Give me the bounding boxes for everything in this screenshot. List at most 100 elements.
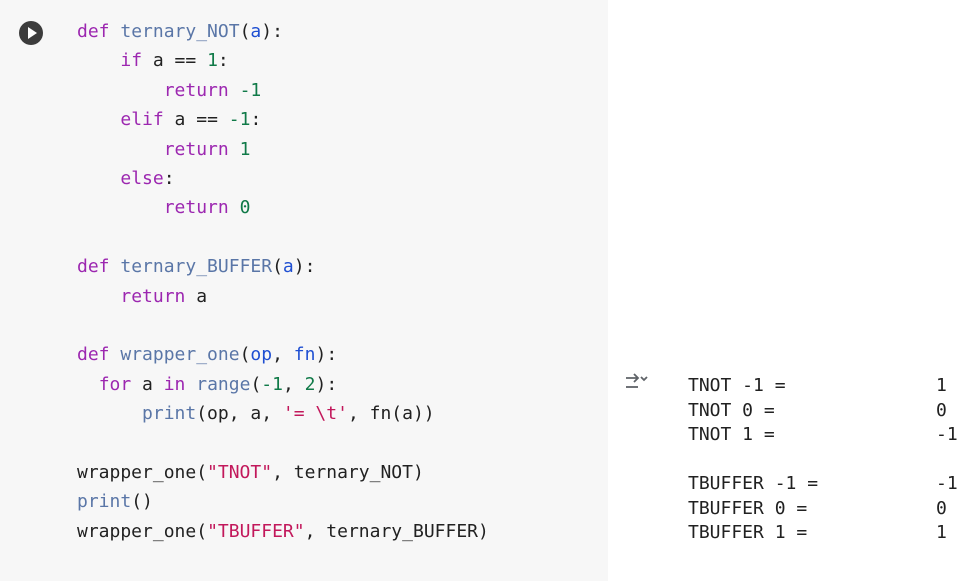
output-label: TNOT 0 = — [688, 399, 775, 421]
output-collapse-icon[interactable] — [624, 372, 648, 392]
code-line: for a in range(-1, 2): — [77, 370, 489, 399]
code-token: ): — [261, 21, 283, 42]
code-token: a — [282, 256, 294, 278]
code-token: fn — [293, 344, 316, 366]
code-token: in — [163, 373, 186, 395]
output-text: TNOT -1 = 1 TNOT 0 = 0 TNOT 1 = -1 TBUFFER -1 … — [688, 374, 958, 546]
output-line: TNOT -1 = 1 — [688, 374, 958, 399]
code-token: wrapper_one( — [77, 461, 208, 483]
code-line: return 0 — [77, 193, 489, 222]
output-line: TNOT 1 = -1 — [688, 423, 958, 448]
code-token: () — [131, 491, 153, 513]
code-token: ): — [315, 344, 338, 366]
code-token: ) — [478, 520, 489, 542]
code-token: ternary_NOT — [120, 21, 240, 42]
output-value: -1 — [936, 473, 958, 494]
code-token: wrapper_one — [120, 344, 240, 366]
code-line: elif a == -1: — [77, 105, 489, 134]
output-line: TNOT 0 = 0 — [688, 399, 958, 424]
output-line: TBUFFER -1 = -1 — [688, 472, 958, 497]
code-token: ): — [293, 256, 316, 278]
output-value: -1 — [936, 424, 958, 445]
code-editor[interactable]: def ternary_NOT(a): if a == 1: return -1… — [68, 0, 608, 581]
code-token: def — [77, 256, 110, 278]
code-token: : — [163, 167, 175, 189]
output-line: TBUFFER 0 = 0 — [688, 497, 958, 522]
output-label: TBUFFER -1 = — [688, 473, 819, 494]
output-label: TBUFFER 0 = — [688, 497, 808, 519]
code-token: ): — [315, 373, 338, 395]
code-cell: def ternary_NOT(a): if a == 1: return -1… — [0, 0, 608, 581]
code-token: a == — [163, 109, 229, 131]
code-token: return — [120, 285, 186, 307]
output-label: TBUFFER 1 = — [688, 522, 808, 543]
run-cell-button[interactable] — [19, 21, 43, 45]
output-value: 0 — [936, 399, 947, 421]
code-token: a — [131, 373, 164, 395]
code-token: ( — [196, 520, 208, 542]
code-line: wrapper_one("TNOT", ternary_NOT) — [77, 458, 489, 487]
code-line: return a — [77, 282, 489, 311]
code-token: op — [250, 344, 273, 366]
code-token: ( — [272, 256, 283, 278]
code-token: , ternary_BUFFER — [304, 520, 478, 542]
code-line: print(op, a, '= \t', fn(a)) — [77, 399, 489, 428]
output-value: 1 — [936, 375, 947, 396]
code-token: return — [163, 138, 229, 160]
output-value: 0 — [936, 497, 947, 519]
code-token: -1 — [228, 109, 251, 131]
code-token: print — [77, 491, 132, 513]
code-line: return 1 — [77, 135, 489, 164]
output-label: TNOT -1 = — [688, 375, 786, 396]
code-token: -1 — [261, 373, 283, 395]
code-token: if — [120, 50, 143, 72]
code-text[interactable]: def ternary_NOT(a): if a == 1: return -1… — [77, 17, 489, 546]
code-line: if a == 1: — [77, 46, 489, 75]
output-label: TNOT 1 = — [688, 424, 775, 445]
code-token: 1 — [207, 50, 218, 72]
code-token: '= \t' — [282, 403, 348, 425]
code-token: ternary_BUFFER — [120, 256, 273, 278]
code-line: print() — [77, 487, 489, 516]
code-token: ( — [239, 344, 251, 366]
cell-gutter — [0, 0, 68, 581]
code-token: , — [272, 344, 294, 366]
code-token: a — [250, 21, 262, 42]
code-token: def — [77, 344, 110, 366]
code-token: : — [250, 109, 262, 131]
code-token: print — [142, 403, 197, 425]
code-token: wrapper_one — [77, 520, 197, 542]
code-token: -1 — [239, 79, 262, 101]
code-token: else — [120, 167, 164, 189]
code-token: return — [163, 79, 229, 101]
code-token: return — [163, 197, 229, 219]
code-line: wrapper_one("TBUFFER", ternary_BUFFER) — [77, 517, 489, 546]
code-token: elif — [120, 109, 164, 131]
code-token: a == — [142, 50, 208, 72]
code-token: def — [77, 21, 110, 42]
code-token: , fn(a)) — [347, 403, 435, 425]
code-token: a — [185, 285, 208, 307]
code-line: def ternary_BUFFER(a): — [77, 252, 489, 281]
code-token: range — [196, 373, 251, 395]
code-token: "TBUFFER" — [207, 520, 305, 542]
code-token: 1 — [239, 138, 251, 160]
code-token: ( — [250, 373, 262, 395]
